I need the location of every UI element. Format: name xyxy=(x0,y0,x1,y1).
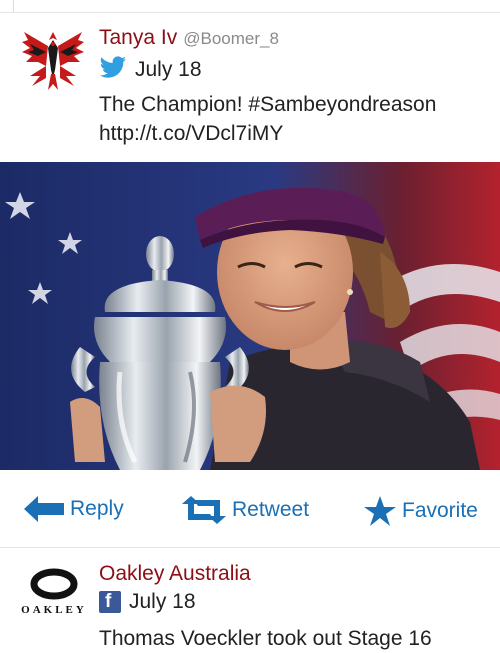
retweet-button[interactable]: Retweet xyxy=(182,496,309,524)
reply-button[interactable]: Reply xyxy=(24,496,124,522)
tweet-date: July 18 xyxy=(135,57,202,81)
retweet-icon xyxy=(182,496,226,524)
author-name[interactable]: Tanya Iv xyxy=(99,26,177,49)
star-icon xyxy=(364,496,396,526)
tweet-header: Tanya Iv @Boomer_8 xyxy=(99,26,279,50)
svg-text:OAKLEY: OAKLEY xyxy=(21,604,87,616)
facebook-icon xyxy=(99,591,121,613)
favorite-button[interactable]: Favorite xyxy=(364,496,478,526)
author-name[interactable]: Oakley Australia xyxy=(99,562,251,585)
twitter-bird-icon xyxy=(99,56,127,83)
post-meta: July 18 xyxy=(99,590,196,614)
post-date: July 18 xyxy=(129,590,196,613)
tweet-meta: July 18 xyxy=(99,56,202,83)
tweet-actions: Reply Retweet Favorite xyxy=(0,470,500,548)
tweet-link[interactable]: http://t.co/VDcl7iMY xyxy=(99,119,436,148)
facebook-post-card[interactable]: OAKLEY Oakley Australia July 18 Thomas V… xyxy=(0,548,500,651)
reply-arrow-icon xyxy=(24,496,64,522)
tweet-photo[interactable] xyxy=(0,162,500,470)
post-text: Thomas Voeckler took out Stage 16 xyxy=(99,627,432,650)
tweet-text-line: The Champion! #Sambeyondreason xyxy=(99,93,437,116)
phoenix-avatar-icon[interactable] xyxy=(18,26,88,96)
author-handle[interactable]: @Boomer_8 xyxy=(183,29,279,48)
oakley-logo-icon[interactable]: OAKLEY xyxy=(16,568,92,616)
reply-label: Reply xyxy=(70,497,124,520)
favorite-label: Favorite xyxy=(402,499,478,522)
tweet-card[interactable]: Tanya Iv @Boomer_8 July 18 The Champion! … xyxy=(0,12,500,162)
post-header: Oakley Australia xyxy=(99,562,251,586)
tweet-text: The Champion! #Sambeyondreason http://t.… xyxy=(99,90,436,148)
retweet-label: Retweet xyxy=(232,498,310,521)
